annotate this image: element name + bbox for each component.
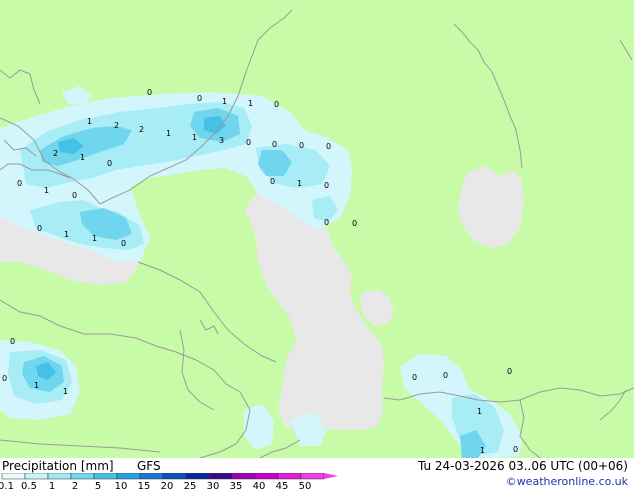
precip-value-label: 0 [324, 181, 329, 190]
legend-swatch [162, 473, 187, 480]
precip-value-label: 0 [299, 141, 304, 150]
legend-swatch [47, 473, 72, 480]
precip-value-label: 0 [274, 100, 279, 109]
precip-value-label: 0 [270, 177, 275, 186]
precip-value-label: 0 [246, 138, 251, 147]
model-name: GFS [137, 459, 161, 473]
legend-swatch [1, 473, 26, 480]
precip-value-label: 1 [166, 129, 171, 138]
precip-value-label: 1 [87, 117, 92, 126]
precip-value-label: 1 [34, 381, 39, 390]
valid-time: Tu 24-03-2026 03..06 UTC (00+06) [417, 459, 628, 473]
legend-tick-label: 0.1 [0, 481, 14, 490]
precip-value-label: 1 [477, 407, 482, 416]
legend-tick-label: 2 [72, 481, 78, 490]
precip-value-label: 1 [92, 234, 97, 243]
precip-value-label: 0 [17, 179, 22, 188]
precip-value-label: 0 [147, 88, 152, 97]
precip-value-label: 1 [480, 446, 485, 455]
precip-value-label: 0 [272, 140, 277, 149]
legend-swatch [70, 473, 95, 480]
precip-value-label: 0 [121, 239, 126, 248]
precip-value-label: 1 [63, 387, 68, 396]
legend-tick-label: 20 [161, 481, 174, 490]
legend-swatch [254, 473, 279, 480]
precip-value-label: 1 [44, 186, 49, 195]
precip-value-label: 0 [443, 371, 448, 380]
legend-swatch [300, 473, 325, 480]
precip-value-label: 1 [80, 153, 85, 162]
precipitation-map: 0 0 1 1 0 1 2 2 1 1 3 0 0 0 0 2 1 0 0 1 0 0 1 0 0 0 0 1 1 0 0 0 1 1 0 0 0 1 1 0 [0, 0, 634, 458]
precip-value-label: 0 [507, 367, 512, 376]
legend-tick-label: 5 [95, 481, 101, 490]
legend-tick-label: 25 [184, 481, 197, 490]
legend-tick-label: 0.5 [21, 481, 37, 490]
legend-swatch [93, 473, 118, 480]
legend-tick-label: 30 [207, 481, 220, 490]
precip-value-label: 1 [222, 97, 227, 106]
precip-value-label: 1 [192, 133, 197, 142]
precip-value-label: 2 [139, 125, 144, 134]
precip-value-label: 0 [10, 337, 15, 346]
precip-value-label: 0 [513, 445, 518, 454]
legend-tick-label: 10 [115, 481, 128, 490]
precip-value-label: 0 [37, 224, 42, 233]
precip-value-label: 0 [412, 373, 417, 382]
precip-value-label: 0 [352, 219, 357, 228]
color-scale-legend: 0.1 0.5 1 2 5 10 15 20 25 30 35 40 45 50 [0, 473, 338, 490]
precip-value-label: 2 [53, 149, 58, 158]
precip-value-label: 0 [324, 218, 329, 227]
legend-arrow-tip [324, 473, 338, 479]
precip-value-label: 0 [326, 142, 331, 151]
legend-swatch [277, 473, 302, 480]
precip-value-label: 1 [248, 99, 253, 108]
legend-tick-label: 1 [49, 481, 55, 490]
legend-swatch [185, 473, 210, 480]
precip-value-label: 1 [64, 230, 69, 239]
legend-swatch [208, 473, 233, 480]
legend-tick-label: 50 [299, 481, 312, 490]
legend-tick-label: 40 [253, 481, 266, 490]
legend-tick-label: 15 [138, 481, 151, 490]
legend-tick-label: 45 [276, 481, 289, 490]
legend-swatch [24, 473, 49, 480]
precip-value-label: 2 [114, 121, 119, 130]
legend-tick-label: 35 [230, 481, 243, 490]
legend-swatch [139, 473, 164, 480]
precip-value-label: 0 [72, 191, 77, 200]
credit-link[interactable]: ©weatheronline.co.uk [506, 475, 628, 488]
precip-value-label: 3 [219, 136, 224, 145]
legend-swatch [116, 473, 141, 480]
precip-value-label: 1 [297, 179, 302, 188]
precip-value-label: 0 [107, 159, 112, 168]
legend-swatch [231, 473, 256, 480]
map-title: Precipitation [mm] [2, 459, 114, 473]
precip-value-label: 0 [2, 374, 7, 383]
precip-value-label: 0 [197, 94, 202, 103]
